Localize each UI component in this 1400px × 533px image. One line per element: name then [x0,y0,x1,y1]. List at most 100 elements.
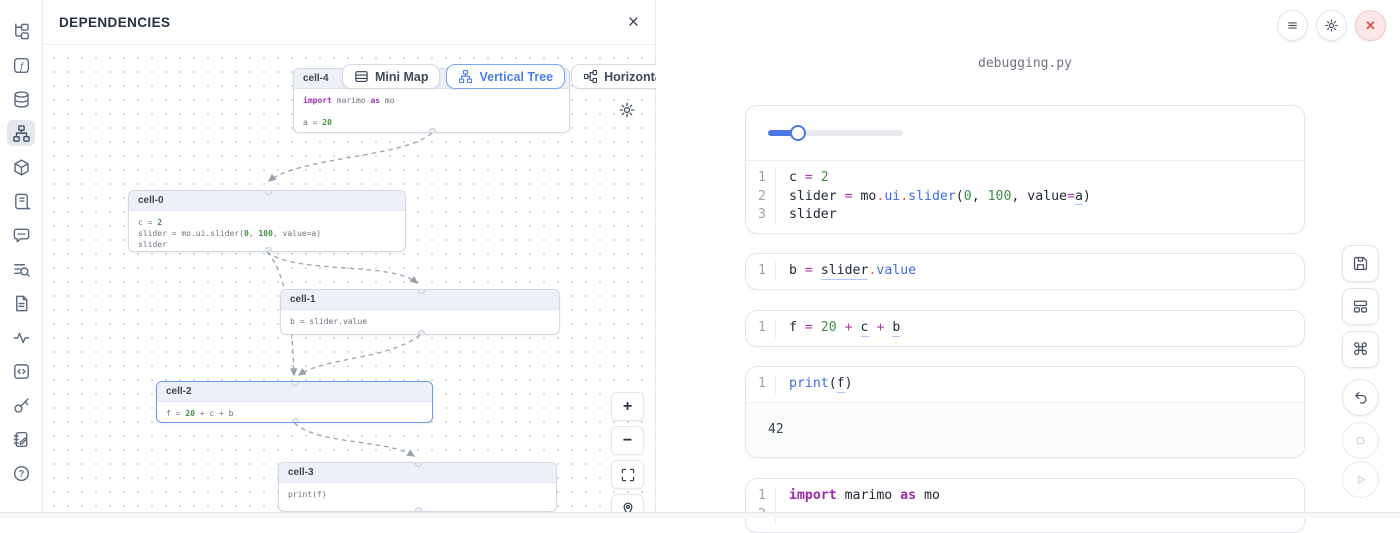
menu-icon [1285,18,1300,33]
fit-view-button[interactable] [611,460,644,489]
code-token: . [900,189,908,204]
code-token: + c + b [195,409,234,418]
graph-node-title: cell-2 [157,382,432,402]
sidebar-item-key[interactable] [7,392,35,418]
line-number: 1 [746,487,776,506]
view-button-vertical-tree[interactable]: Vertical Tree [446,64,565,89]
menu-button[interactable] [1277,10,1308,41]
notebook-header-buttons: ✕ [1277,10,1386,41]
code-token: b [892,320,900,337]
code-token: 2 [821,170,829,185]
sidebar-item-snippets[interactable] [7,358,35,384]
code-editor[interactable]: 1f = 20 + c + b [746,311,1304,346]
code-token: slider = mo.ui.slider( [138,229,244,238]
code-token: print [789,376,829,391]
code-content: c = 2 [776,169,829,188]
settings-icon [1324,18,1339,33]
save-button[interactable] [1342,245,1379,282]
code-token: c [861,320,869,337]
code-editor[interactable]: 1b = slider.value [746,254,1304,289]
code-editor[interactable]: 1c = 22slider = mo.ui.slider(0, 100, val… [746,161,1304,233]
locate-button[interactable] [611,494,644,512]
code-token: ( [956,189,964,204]
left-icon-rail: f? [0,0,43,512]
code-token: mo [385,96,395,105]
view-button-horizontal-tree[interactable]: Horizontal Tree [571,64,656,89]
sidebar-item-activity[interactable] [7,324,35,350]
graph-settings-button[interactable] [617,101,637,121]
code-token: + [845,320,853,335]
edge-cell-4-to-cell-0 [269,133,432,181]
chat-icon [12,226,31,245]
database-icon [12,90,31,109]
close-panel-button[interactable]: × [628,13,639,32]
undo-button[interactable] [1342,379,1379,416]
line-number: 3 [746,206,776,225]
code-token: mo [853,189,877,204]
code-token [837,320,845,335]
code-token: , [249,229,259,238]
code-token: , [972,189,988,204]
zoom-in-button[interactable]: + [611,392,644,421]
graph-node-cell-0[interactable]: cell-0c = 2slider = mo.ui.slider(0, 100,… [128,190,406,252]
sidebar-item-database[interactable] [7,86,35,112]
code-token: slider [138,240,167,249]
code-token: 20 [821,320,837,335]
code-token: ) [1083,189,1091,204]
code-token: 100 [258,229,272,238]
code-token: = [805,263,813,278]
code-token [813,170,821,185]
sidebar-item-scratchpad[interactable] [7,426,35,452]
sidebar-item-package[interactable] [7,154,35,180]
sidebar-item-chat[interactable] [7,222,35,248]
graph-node-cell-1[interactable]: cell-1b = slider.value [280,289,560,335]
logs-icon [12,192,31,211]
save-icon [1352,255,1369,272]
code-content: b = slider.value [776,262,916,281]
graph-zoom-controls: +− [611,392,644,512]
svg-text:?: ? [18,468,24,478]
code-content: import marimo as mo [776,487,940,506]
sidebar-item-function[interactable]: f [7,52,35,78]
view-button-mini-map[interactable]: Mini Map [342,64,440,89]
help-icon: ? [12,464,31,483]
code-token: 0 [964,189,972,204]
code-line: b = slider.value [290,316,550,327]
graph-node-cell-2[interactable]: cell-2f = 20 + c + b [156,381,433,423]
graph-node-title: cell-3 [279,463,556,483]
sidebar-item-document[interactable] [7,290,35,316]
shutdown-button[interactable]: ✕ [1355,10,1386,41]
zoom-out-button[interactable]: − [611,426,644,455]
package-icon [12,158,31,177]
notebook-area: ✕ debugging.py 1c = 22slider = mo.ui.sli… [656,0,1400,512]
stop-icon [1352,432,1369,449]
sidebar-item-file-tree[interactable] [7,18,35,44]
sidebar-item-help[interactable]: ? [7,460,35,486]
slider-thumb[interactable] [790,125,806,141]
locate-icon [620,501,636,513]
code-token: import [789,488,837,503]
code-editor[interactable]: 1import marimo as mo2 [746,479,1304,532]
code-token [813,263,821,278]
code-token: 2 [157,218,162,227]
edge-cell-2-to-cell-3 [295,423,415,456]
line-number: 1 [746,319,776,338]
settings-button[interactable] [1316,10,1347,41]
slider[interactable] [768,125,903,141]
code-token: slider [789,189,845,204]
code-content: print(f) [776,375,853,394]
code-line: slider [138,239,396,250]
sidebar-item-logs[interactable] [7,188,35,214]
keyboard-shortcuts-button[interactable]: ⌘ [1342,331,1379,368]
code-editor[interactable]: 1print(f) [746,367,1304,402]
sidebar-item-search-list[interactable] [7,256,35,282]
snippets-icon [12,362,31,381]
dependency-graph-canvas[interactable]: Mini MapVertical TreeHorizontal Tree cel… [43,45,656,512]
sidebar-item-dependency-graph[interactable] [7,120,35,146]
document-icon [12,294,31,313]
app-layout-button[interactable] [1342,288,1379,325]
graph-node-cell-3[interactable]: cell-3print(f) [278,462,557,512]
code-content: slider [776,206,837,225]
code-content: slider = mo.ui.slider(0, 100, value=a) [776,188,1091,207]
mini-map-icon [354,69,369,84]
